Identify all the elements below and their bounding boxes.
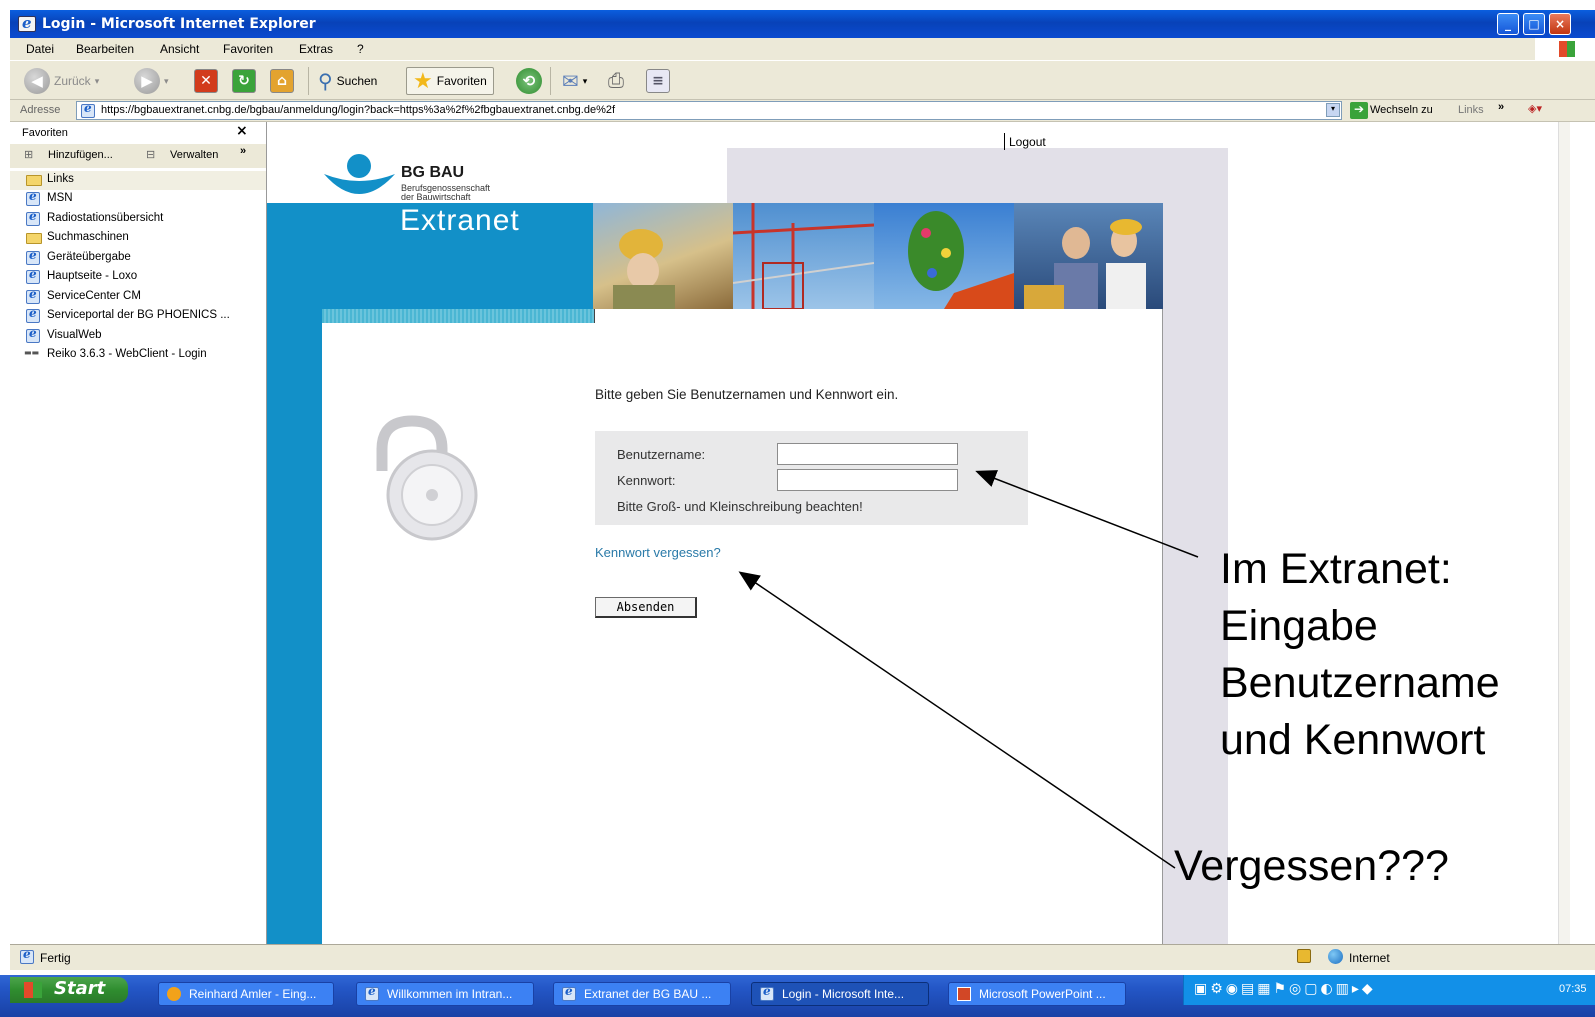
task-label: Microsoft PowerPoint ... xyxy=(979,987,1106,1001)
status-bar: Fertig Internet xyxy=(10,944,1595,970)
annotation-main-line-2: Eingabe xyxy=(1220,602,1378,650)
security-zone: Internet xyxy=(1349,951,1390,965)
internet-globe-icon xyxy=(1328,949,1343,964)
annotation-main-line-1: Im Extranet: xyxy=(1220,545,1452,593)
ie-task-icon xyxy=(365,984,379,1001)
system-tray: ▣⚙◉▤▦⚑◎▢◐▥▸◆ 07:35 xyxy=(1183,975,1595,1005)
task-outlook[interactable]: Reinhard Amler - Eing... xyxy=(158,982,334,1006)
task-label: Extranet der BG BAU ... xyxy=(584,987,712,1001)
taskbar: Start Reinhard Amler - Eing... Willkomme… xyxy=(0,975,1595,1017)
outlook-icon xyxy=(167,987,181,1001)
ie-task-icon xyxy=(760,984,774,1001)
task-label: Login - Microsoft Inte... xyxy=(782,987,905,1001)
task-login[interactable]: Login - Microsoft Inte... xyxy=(751,982,929,1006)
clock: 07:35 xyxy=(1559,983,1587,995)
start-button[interactable]: Start xyxy=(10,977,128,1003)
lock-icon xyxy=(1297,949,1311,963)
task-label: Willkommen im Intran... xyxy=(387,987,513,1001)
powerpoint-icon xyxy=(957,987,971,1001)
windows-start-icon xyxy=(24,982,42,998)
task-powerpoint[interactable]: Microsoft PowerPoint ... xyxy=(948,982,1126,1006)
annotation-main-line-3: Benutzername xyxy=(1220,659,1500,707)
page-status-icon xyxy=(20,947,34,964)
tray-icons[interactable]: ▣⚙◉▤▦⚑◎▢◐▥▸◆ xyxy=(1194,981,1376,997)
annotation-forgot: Vergessen??? xyxy=(1174,842,1449,890)
screen: { "window": {"title": "Login - Microsoft… xyxy=(0,0,1595,1017)
ie-task-icon xyxy=(562,984,576,1001)
task-label: Reinhard Amler - Eing... xyxy=(189,987,317,1001)
annotation-main-line-4: und Kennwort xyxy=(1220,716,1486,764)
task-intranet[interactable]: Willkommen im Intran... xyxy=(356,982,534,1006)
status-text: Fertig xyxy=(40,951,71,965)
task-extranet[interactable]: Extranet der BG BAU ... xyxy=(553,982,731,1006)
start-label: Start xyxy=(54,978,106,999)
